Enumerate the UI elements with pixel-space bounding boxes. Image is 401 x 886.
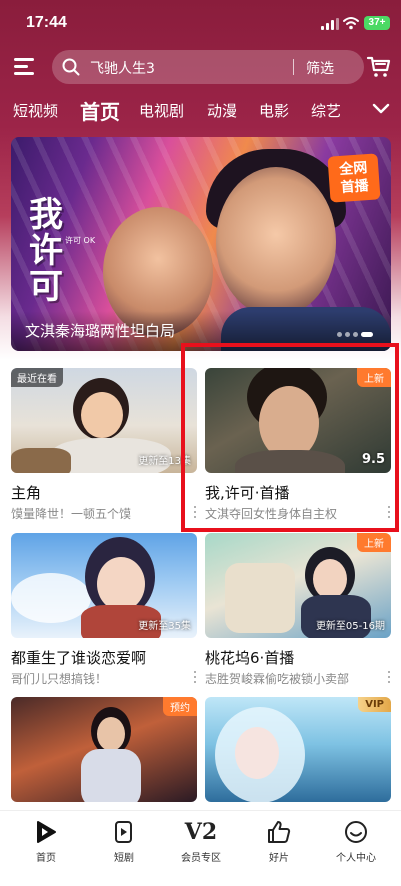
bottom-nav: 首页 短剧 V2 会员专区 好片 个人中心	[0, 810, 401, 886]
card-thumbnail[interactable]: VIP	[205, 697, 391, 802]
chevron-down-icon[interactable]	[372, 102, 390, 116]
nav-item-vip-zone[interactable]: V2 会员专区	[171, 819, 231, 864]
hero-logo-subtitle: 许可 OK	[65, 236, 96, 245]
vip-v2-icon: V2	[184, 819, 218, 845]
card-subtitle: 志胜贺峻霖偷吃被锁小卖部	[205, 672, 350, 686]
tab-short-video[interactable]: 短视频	[13, 100, 58, 121]
home-play-icon	[37, 821, 56, 843]
more-options-icon[interactable]	[193, 671, 197, 683]
thumbs-up-icon	[268, 821, 291, 843]
vip-tag: VIP	[358, 697, 391, 712]
nav-label: 首页	[36, 853, 56, 864]
card-title: 都重生了谁谈恋爱啊	[11, 649, 147, 667]
tab-anime[interactable]: 动漫	[207, 100, 237, 121]
card-subtitle: 哥们儿只想搞钱！	[11, 672, 108, 686]
shopping-cart-icon[interactable]	[366, 54, 392, 80]
signal-icon	[321, 18, 339, 30]
hero-person-right	[216, 167, 336, 317]
hero-title: 文淇秦海璐两性坦白局	[25, 322, 176, 340]
nav-label: 短剧	[114, 853, 134, 864]
content-card[interactable]: 最近在看 更新至13集 主角 馍量降世！一顿五个馍	[11, 368, 197, 528]
search-divider	[293, 59, 294, 75]
card-subtitle: 馍量降世！一顿五个馍	[11, 507, 132, 521]
more-options-icon[interactable]	[387, 671, 391, 683]
card-thumbnail[interactable]: 上新 更新至05-16期	[205, 533, 391, 638]
tab-tv-drama[interactable]: 电视剧	[139, 100, 184, 121]
nav-label: 好片	[269, 853, 289, 864]
nav-label: 个人中心	[336, 853, 376, 864]
search-box[interactable]: 飞驰人生3 筛选	[52, 50, 364, 84]
battery-icon: 37+	[364, 16, 390, 30]
menu-icon[interactable]	[14, 58, 36, 76]
reserve-tag: 预约	[163, 697, 197, 716]
nav-item-home[interactable]: 首页	[16, 819, 76, 864]
content-card[interactable]: 上新 更新至05-16期 桃花坞6·首播 志胜贺峻霖偷吃被锁小卖部	[205, 533, 391, 693]
search-icon	[62, 58, 80, 76]
content-card[interactable]: 更新至35集 都重生了谁谈恋爱啊 哥们儿只想搞钱！	[11, 533, 197, 693]
nav-label: 会员专区	[181, 853, 221, 864]
nav-item-profile[interactable]: 个人中心	[326, 819, 386, 864]
content-card[interactable]: 预约	[11, 697, 197, 807]
card-title: 主角	[11, 484, 42, 502]
filter-button[interactable]: 筛选	[306, 58, 334, 78]
card-thumbnail[interactable]: 最近在看 更新至13集	[11, 368, 197, 473]
card-thumbnail[interactable]: 更新至35集	[11, 533, 197, 638]
premiere-badge: 全网 首播	[327, 153, 381, 203]
new-tag: 上新	[357, 533, 391, 552]
category-tabs: 短视频 首页 电视剧 动漫 电影 综艺	[0, 96, 401, 126]
episode-progress: 更新至35集	[138, 621, 191, 632]
content-card[interactable]: VIP	[205, 697, 391, 807]
wifi-icon	[343, 17, 359, 30]
hero-banner[interactable]: 我许可 许可 OK 全网 首播 文淇秦海璐两性坦白局	[11, 137, 391, 351]
search-input[interactable]: 飞驰人生3	[90, 58, 155, 78]
profile-smile-icon	[345, 821, 367, 843]
status-time: 17:44	[26, 14, 67, 31]
status-bar: 17:44 37+	[0, 0, 401, 46]
hero-show-logo: 我许可	[29, 195, 63, 307]
highlight-box	[181, 343, 399, 532]
tab-home[interactable]: 首页	[80, 96, 120, 125]
carousel-dots	[337, 332, 377, 337]
tab-movie[interactable]: 电影	[259, 100, 289, 121]
episode-progress: 更新至05-16期	[315, 621, 385, 632]
recently-watched-tag: 最近在看	[11, 368, 63, 387]
short-drama-icon	[115, 821, 132, 843]
nav-item-good-films[interactable]: 好片	[249, 819, 309, 864]
nav-item-short-drama[interactable]: 短剧	[94, 819, 154, 864]
card-thumbnail[interactable]: 预约	[11, 697, 197, 802]
tab-variety[interactable]: 综艺	[311, 100, 341, 121]
card-title: 桃花坞6·首播	[205, 649, 295, 667]
